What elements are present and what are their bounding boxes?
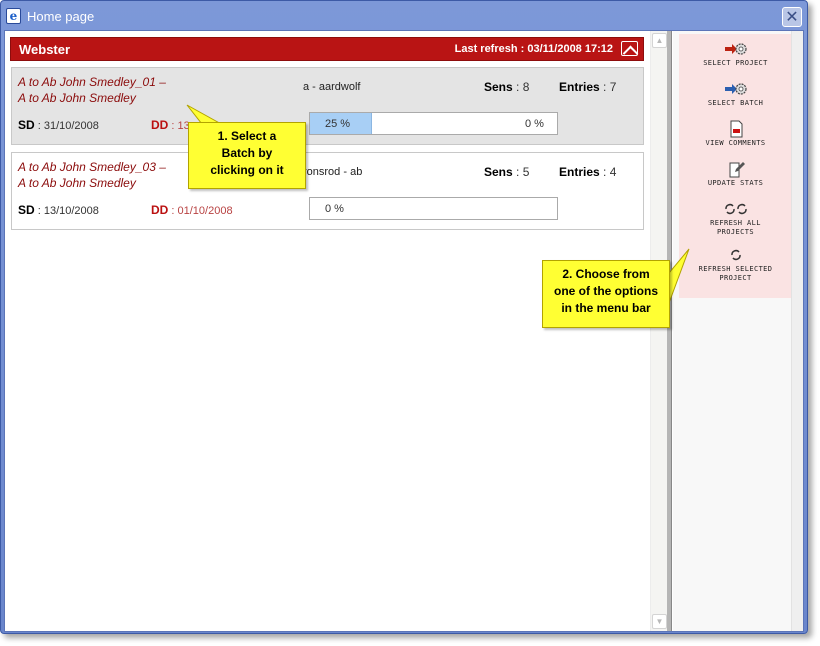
menu-scrollbar[interactable] (791, 31, 803, 631)
progress-text: 0 % (325, 203, 344, 215)
progress-text-secondary: 0 % (525, 118, 544, 130)
entries-stat: Entries : 7 (559, 80, 616, 94)
callout-line: 1. Select a (217, 129, 277, 143)
menu-label-2: Project (719, 274, 752, 282)
batch-name-line: A to Ab John Smedley (18, 176, 136, 190)
menu-label: Update Stats (707, 179, 764, 187)
close-button[interactable]: ✕ (782, 7, 802, 27)
entries-value: : 7 (599, 80, 617, 94)
dd-label: DD (151, 203, 169, 217)
menu-label: View Comments (705, 139, 766, 147)
ie-page-icon: e (6, 8, 21, 24)
callout-line: one of the options (554, 284, 658, 298)
arrow-gear-icon (724, 83, 747, 95)
batch-name-line: A to Ab John Smedley (18, 91, 136, 105)
progress-bar: 0 % (309, 197, 558, 220)
sens-stat: Sens : 8 (484, 80, 529, 94)
refresh-icon (730, 249, 741, 261)
due-date: DD : 13 (151, 118, 190, 132)
menu-update-stats[interactable]: Update Stats (679, 160, 792, 187)
batch-name-line: A to Ab John Smedley_01 – (18, 75, 166, 89)
title-bar[interactable]: e Home page ✕ (1, 1, 807, 31)
callout-choose-option: 2. Choose from one of the options in the… (542, 260, 670, 328)
batch-row[interactable]: A to Ab John Smedley_03 – A to Ab John S… (11, 152, 644, 230)
scroll-up-icon[interactable]: ▲ (652, 33, 667, 48)
callout-line: clicking on it (210, 163, 284, 177)
callout-line: Batch by (221, 146, 273, 160)
batch-code: ronsrod - ab (303, 166, 363, 178)
arrow-gear-icon (724, 43, 747, 55)
batch-row[interactable]: A to Ab John Smedley_01 – A to Ab John S… (11, 67, 644, 145)
sd-label: SD (18, 118, 35, 132)
sens-stat: Sens : 5 (484, 165, 529, 179)
entries-label: Entries (559, 80, 600, 94)
collapse-icon[interactable] (621, 41, 638, 56)
batch-code: a - aardwolf (303, 81, 361, 93)
double-refresh-icon (724, 203, 747, 215)
progress-bar: 25 % 0 % (309, 112, 558, 135)
dd-label: DD (151, 118, 169, 132)
batch-name[interactable]: A to Ab John Smedley_01 – A to Ab John S… (18, 74, 193, 106)
menu-panel: Select Project Select Batch View (679, 34, 792, 298)
batch-name-line: A to Ab John Smedley_03 – (18, 160, 166, 174)
project-header: Webster Last refresh : 03/11/2008 17:12 (10, 37, 644, 61)
batch-name[interactable]: A to Ab John Smedley_03 – A to Ab John S… (18, 159, 193, 191)
menu-label: Select Batch (707, 99, 764, 107)
entries-label: Entries (559, 165, 600, 179)
project-panel: Webster Last refresh : 03/11/2008 17:12 … (5, 31, 650, 631)
callout-line: in the menu bar (561, 301, 651, 315)
project-name: Webster (19, 42, 71, 57)
sd-value: : 31/10/2008 (34, 120, 99, 132)
callout-line: 2. Choose from (562, 267, 650, 281)
progress-text: 25 % (325, 118, 351, 130)
sd-label: SD (18, 203, 35, 217)
window-title: Home page (27, 9, 95, 24)
start-date: SD : 31/10/2008 (18, 118, 99, 132)
window: e Home page ✕ Webster Last refresh : 03/… (0, 0, 808, 634)
entries-value: : 4 (599, 165, 617, 179)
sens-value: : 8 (512, 80, 530, 94)
callout-select-batch: 1. Select a Batch by clicking on it (188, 122, 306, 189)
start-date: SD : 13/10/2008 (18, 203, 99, 217)
client-area: Webster Last refresh : 03/11/2008 17:12 … (4, 30, 804, 632)
entries-stat: Entries : 4 (559, 165, 616, 179)
menu-refresh-all[interactable]: Refresh All Projects (679, 200, 792, 236)
sens-label: Sens (484, 80, 513, 94)
menu-select-project[interactable]: Select Project (679, 40, 792, 67)
dd-value: : 01/10/2008 (168, 205, 233, 217)
document-icon (730, 120, 742, 138)
menu-label: Refresh All (710, 219, 761, 227)
document-edit-icon (729, 162, 745, 178)
menu-label-2: Projects (717, 228, 754, 236)
scroll-down-icon[interactable]: ▼ (652, 614, 667, 629)
menu-label: Refresh Selected (698, 265, 773, 273)
sd-value: : 13/10/2008 (34, 205, 99, 217)
menu-label: Select Project (703, 59, 768, 67)
last-refresh: Last refresh : 03/11/2008 17:12 (454, 43, 613, 55)
menu-select-batch[interactable]: Select Batch (679, 80, 792, 107)
menu-refresh-selected[interactable]: Refresh Selected Project (679, 246, 792, 282)
menu-view-comments[interactable]: View Comments (679, 120, 792, 147)
sens-value: : 5 (512, 165, 530, 179)
sens-label: Sens (484, 165, 513, 179)
due-date: DD : 01/10/2008 (151, 203, 233, 217)
